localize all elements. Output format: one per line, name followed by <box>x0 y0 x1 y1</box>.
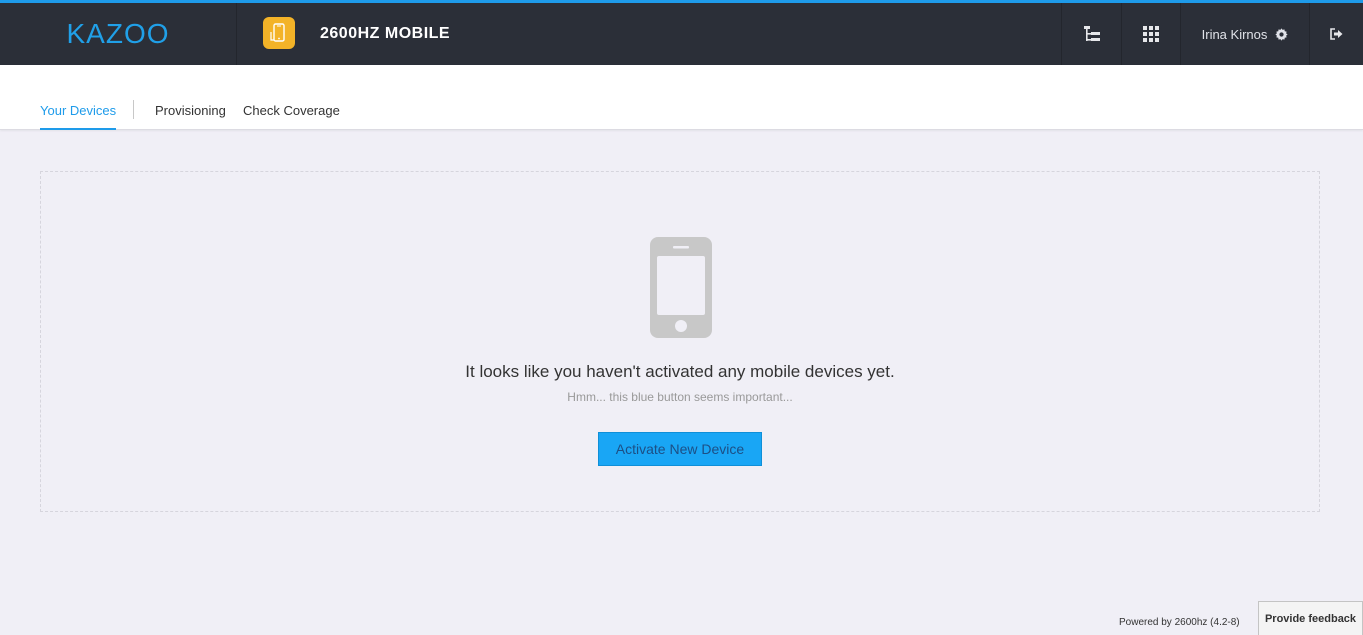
top-bar: KAZOO 2600HZ MOBILE Irina Kirnos <box>0 0 1363 65</box>
provide-feedback-button[interactable]: Provide feedback <box>1258 601 1363 635</box>
app-grid-icon <box>1143 26 1159 42</box>
tab-your-devices[interactable]: Your Devices <box>40 103 117 130</box>
logo-text: KAZOO <box>66 18 170 49</box>
mobile-app-icon <box>263 17 295 49</box>
gear-icon <box>1275 27 1288 41</box>
kazoo-logo[interactable]: KAZOO <box>0 3 237 65</box>
empty-state-subtitle: Hmm... this blue button seems important.… <box>567 390 793 404</box>
sub-navigation: Your Devices Provisioning Check Coverage <box>0 65 1363 130</box>
powered-by-footer: Powered by 2600hz (4.2-8) <box>1119 617 1240 628</box>
account-tree-icon <box>1083 26 1100 41</box>
smartphone-icon <box>650 237 712 343</box>
user-name: Irina Kirnos <box>1201 26 1268 42</box>
tab-provisioning[interactable]: Provisioning <box>155 103 226 130</box>
empty-state-title: It looks like you haven't activated any … <box>465 362 895 381</box>
tab-check-coverage[interactable]: Check Coverage <box>243 103 340 130</box>
tab-divider <box>133 100 134 119</box>
logout-button[interactable] <box>1309 3 1363 65</box>
logout-icon <box>1330 28 1343 40</box>
user-menu-button[interactable]: Irina Kirnos <box>1180 3 1309 65</box>
activate-new-device-button[interactable]: Activate New Device <box>598 432 762 466</box>
app-title: 2600HZ MOBILE <box>320 25 451 42</box>
app-launcher-button[interactable] <box>1121 3 1180 65</box>
empty-devices-panel: It looks like you haven't activated any … <box>40 171 1320 512</box>
account-tree-button[interactable] <box>1061 3 1121 65</box>
